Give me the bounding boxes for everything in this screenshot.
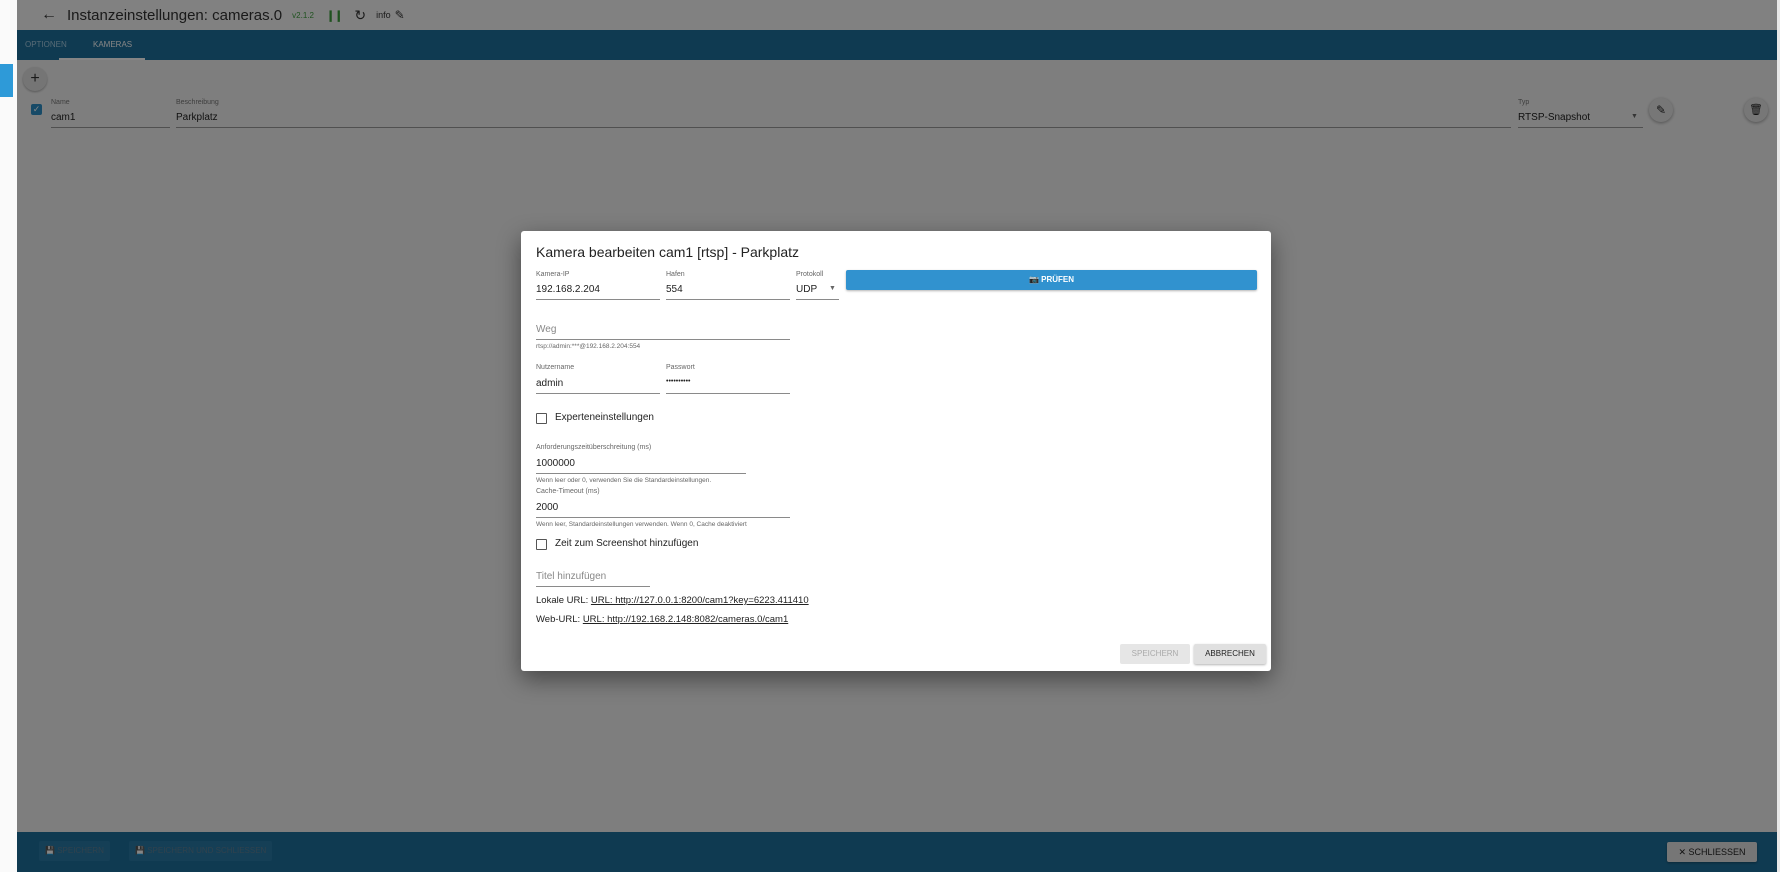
edit-camera-dialog: Kamera bearbeiten cam1 [rtsp] - Parkplat… xyxy=(521,231,1271,671)
protocol-label: Protokoll xyxy=(796,271,824,278)
local-url-link[interactable]: URL: http://127.0.0.1:8200/cam1?key=6223… xyxy=(591,595,809,606)
local-url-line: Lokale URL: URL: http://127.0.0.1:8200/c… xyxy=(536,595,809,606)
protocol-underline xyxy=(796,299,839,300)
cache-timeout-underline xyxy=(536,517,790,518)
password-input[interactable]: •••••••••• xyxy=(666,378,691,385)
timeout-input[interactable]: 1000000 xyxy=(536,458,575,469)
web-url-line: Web-URL: URL: http://192.168.2.148:8082/… xyxy=(536,614,788,625)
expert-settings-label: Experteneinstellungen xyxy=(555,412,654,423)
dialog-save-button[interactable]: SPEICHERN xyxy=(1120,644,1190,664)
test-button-label: PRÜFEN xyxy=(1041,275,1075,284)
path-helper-text: rtsp://admin:***@192.168.2.204:554 xyxy=(536,343,641,350)
camera-ip-label: Kamera-IP xyxy=(536,271,570,278)
username-underline xyxy=(536,393,660,394)
camera-icon: 📷 xyxy=(1028,275,1039,284)
path-underline xyxy=(536,339,790,340)
dialog-cancel-button[interactable]: ABBRECHEN xyxy=(1194,644,1266,664)
chevron-down-icon[interactable]: ▼ xyxy=(829,285,836,292)
camera-ip-input[interactable]: 192.168.2.204 xyxy=(536,284,600,295)
port-underline xyxy=(666,299,790,300)
expert-settings-checkbox[interactable] xyxy=(536,413,547,424)
add-time-checkbox[interactable] xyxy=(536,539,547,550)
password-label: Passwort xyxy=(666,364,695,371)
cache-timeout-helper-text: Wenn leer, Standardeinstellungen verwend… xyxy=(536,521,747,528)
timeout-helper-text: Wenn leer oder 0, verwenden Sie die Stan… xyxy=(536,477,712,484)
cache-timeout-input[interactable]: 2000 xyxy=(536,502,558,513)
path-input[interactable]: Weg xyxy=(536,324,556,335)
username-input[interactable]: admin xyxy=(536,378,563,389)
sidebar-active-marker xyxy=(0,64,13,97)
web-url-label: Web-URL: xyxy=(536,614,581,625)
camera-ip-underline xyxy=(536,299,660,300)
caption-input[interactable]: Titel hinzufügen xyxy=(536,571,606,582)
caption-underline xyxy=(536,586,650,587)
test-button[interactable]: 📷 PRÜFEN xyxy=(846,270,1257,290)
timeout-label: Anforderungszeitüberschreitung (ms) xyxy=(536,444,652,451)
password-underline xyxy=(666,393,790,394)
username-label: Nutzername xyxy=(536,364,575,371)
web-url-link[interactable]: URL: http://192.168.2.148:8082/cameras.0… xyxy=(583,614,788,625)
port-input[interactable]: 554 xyxy=(666,284,683,295)
local-url-label: Lokale URL: xyxy=(536,595,589,606)
cache-timeout-label: Cache-Timeout (ms) xyxy=(536,488,600,495)
timeout-underline xyxy=(536,473,746,474)
protocol-select[interactable]: UDP xyxy=(796,284,817,295)
add-time-label: Zeit zum Screenshot hinzufügen xyxy=(555,538,699,549)
dialog-title: Kamera bearbeiten cam1 [rtsp] - Parkplat… xyxy=(536,244,800,260)
port-label: Hafen xyxy=(666,271,685,278)
left-sidebar-strip xyxy=(0,0,18,872)
